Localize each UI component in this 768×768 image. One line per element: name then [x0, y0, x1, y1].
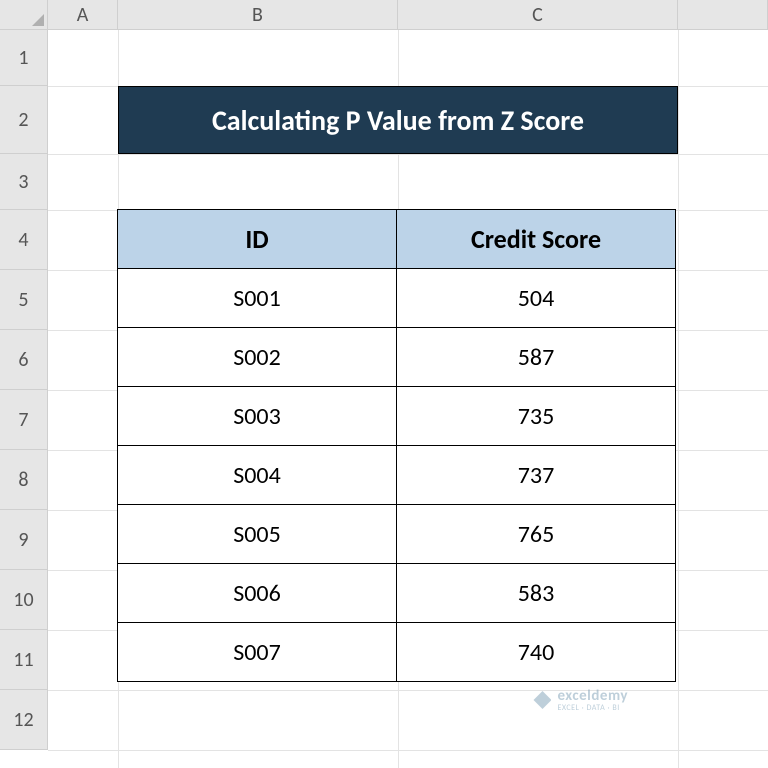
- cell-score[interactable]: 737: [396, 445, 676, 505]
- cell-score[interactable]: 587: [396, 327, 676, 387]
- cell-score[interactable]: 765: [396, 504, 676, 564]
- cell-id[interactable]: S003: [117, 386, 397, 446]
- cell-score[interactable]: 583: [396, 563, 676, 623]
- cell-id[interactable]: S002: [117, 327, 397, 387]
- title-cell[interactable]: Calculating P Value from Z Score: [118, 86, 678, 154]
- table-row: S004 737: [118, 446, 678, 505]
- sheet-area[interactable]: Calculating P Value from Z Score ID Cred…: [48, 30, 768, 768]
- row-header-2[interactable]: 2: [0, 86, 48, 154]
- exceldemy-logo-icon: [533, 691, 551, 709]
- cell-score[interactable]: 504: [396, 268, 676, 328]
- table-row: S001 504: [118, 269, 678, 328]
- row-header-8[interactable]: 8: [0, 450, 48, 510]
- cell-id[interactable]: S006: [117, 563, 397, 623]
- row-header-11[interactable]: 11: [0, 630, 48, 690]
- spreadsheet-grid: A B C 1 2 3 4 5 6 7 8 9 10 11 12 Calcula…: [0, 0, 768, 768]
- table-row: S002 587: [118, 328, 678, 387]
- col-header-d[interactable]: [678, 0, 768, 30]
- row-header-4[interactable]: 4: [0, 210, 48, 270]
- row-header-7[interactable]: 7: [0, 390, 48, 450]
- cell-id[interactable]: S007: [117, 622, 397, 682]
- table-row: S007 740: [118, 623, 678, 682]
- header-id[interactable]: ID: [117, 209, 397, 269]
- watermark: exceldemy EXCEL · DATA · BI: [533, 687, 628, 713]
- cell-score[interactable]: 735: [396, 386, 676, 446]
- column-headers: A B C: [0, 0, 768, 30]
- cell-id[interactable]: S001: [117, 268, 397, 328]
- header-score[interactable]: Credit Score: [396, 209, 676, 269]
- row-header-12[interactable]: 12: [0, 690, 48, 750]
- row-header-5[interactable]: 5: [0, 270, 48, 330]
- data-table: ID Credit Score S001 504 S002 587 S003 7…: [118, 210, 678, 682]
- table-row: S006 583: [118, 564, 678, 623]
- row-headers: 1 2 3 4 5 6 7 8 9 10 11 12: [0, 30, 48, 750]
- row-header-9[interactable]: 9: [0, 510, 48, 570]
- cell-id[interactable]: S005: [117, 504, 397, 564]
- table-header-row: ID Credit Score: [118, 210, 678, 269]
- select-all-corner[interactable]: [0, 0, 48, 30]
- row-header-3[interactable]: 3: [0, 154, 48, 210]
- row-header-6[interactable]: 6: [0, 330, 48, 390]
- col-header-a[interactable]: A: [48, 0, 118, 30]
- row-header-10[interactable]: 10: [0, 570, 48, 630]
- col-header-c[interactable]: C: [398, 0, 678, 30]
- cell-id[interactable]: S004: [117, 445, 397, 505]
- watermark-sub: EXCEL · DATA · BI: [557, 703, 628, 713]
- table-row: S003 735: [118, 387, 678, 446]
- row-header-1[interactable]: 1: [0, 30, 48, 86]
- col-header-b[interactable]: B: [118, 0, 398, 30]
- cell-score[interactable]: 740: [396, 622, 676, 682]
- watermark-text: exceldemy EXCEL · DATA · BI: [557, 687, 628, 713]
- table-row: S005 765: [118, 505, 678, 564]
